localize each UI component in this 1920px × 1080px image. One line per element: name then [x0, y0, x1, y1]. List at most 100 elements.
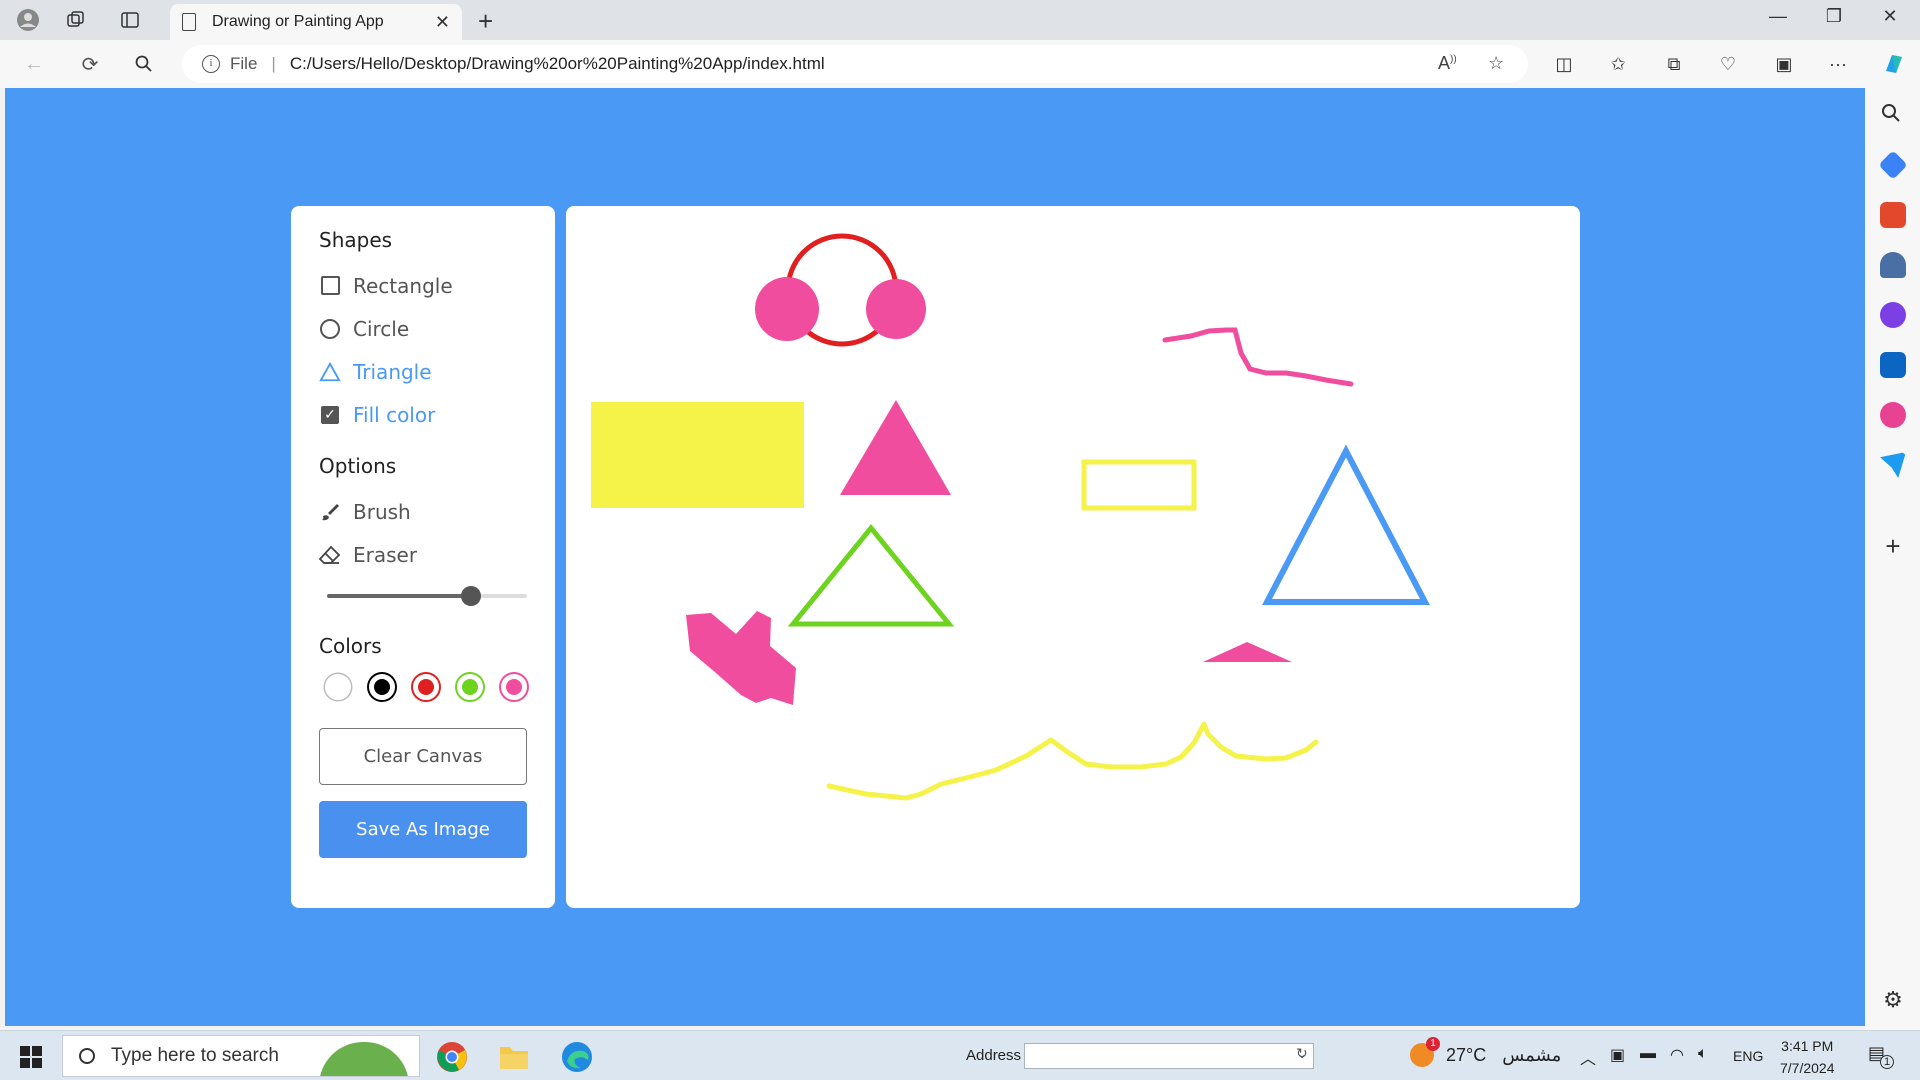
shape-option-rectangle[interactable]: Rectangle [319, 264, 527, 307]
page-viewport: Shapes Rectangle Circle Triangle ✓ Fill … [5, 88, 1865, 1026]
option-brush[interactable]: Brush [319, 490, 527, 533]
outlook-icon[interactable] [1880, 352, 1906, 378]
taskbar-search-box[interactable]: Type here to search [62, 1035, 420, 1077]
notification-center-icon[interactable]: ▤ 1 [1868, 1043, 1894, 1069]
close-tab-icon[interactable]: ✕ [435, 12, 450, 33]
workspaces-icon[interactable] [62, 6, 90, 34]
triangle-icon [319, 361, 341, 383]
color-swatch-white[interactable] [325, 674, 351, 700]
address-toolbar-input[interactable]: ⌄ [1024, 1043, 1314, 1069]
refresh-icon[interactable]: ⟳ [76, 50, 104, 78]
brush-icon [319, 501, 341, 523]
wifi-icon[interactable]: ◠ [1670, 1045, 1684, 1065]
checkbox-checked-icon: ✓ [319, 404, 341, 426]
url-bar[interactable]: i File | C:/Users/Hello/Desktop/Drawing%… [182, 45, 1528, 83]
taskbar-search-placeholder: Type here to search [111, 1045, 279, 1066]
fill-color-checkbox[interactable]: ✓ Fill color [319, 393, 527, 436]
microsoft-365-icon[interactable] [1880, 302, 1906, 328]
edge-icon[interactable] [557, 1037, 597, 1077]
address-toolbar-label: Address [966, 1047, 1022, 1064]
more-options-icon[interactable]: ··· [1824, 50, 1852, 78]
color-dot [462, 679, 478, 695]
shape-option-circle[interactable]: Circle [319, 307, 527, 350]
search-icon[interactable] [130, 50, 158, 78]
color-dot [418, 679, 434, 695]
color-dot [374, 679, 390, 695]
pink-circle-left [755, 277, 819, 341]
option-label: Rectangle [353, 273, 453, 298]
drawing-canvas[interactable] [566, 206, 1580, 908]
designer-icon[interactable] [1880, 402, 1906, 428]
windows-taskbar: Type here to search Address ⌄ ↻ 1 27°C م… [0, 1030, 1920, 1080]
options-title: Options [319, 454, 397, 478]
browser-tab-bar: Drawing or Painting App ✕ + — ❐ ✕ [0, 0, 1920, 40]
slider-thumb[interactable] [461, 586, 481, 606]
info-icon[interactable]: i [202, 55, 220, 73]
slider-fill [327, 594, 471, 598]
document-icon [182, 13, 196, 31]
file-explorer-icon[interactable] [494, 1037, 534, 1077]
color-swatch-black[interactable] [369, 674, 395, 700]
shopping-tag-icon[interactable] [1878, 150, 1908, 180]
option-label: Circle [353, 316, 410, 341]
share-icon[interactable]: ▣ [1770, 50, 1798, 78]
notification-count: 1 [1880, 1055, 1894, 1069]
back-icon[interactable]: ← [20, 50, 48, 78]
favorites-icon[interactable]: ✩ [1604, 50, 1632, 78]
windows-start-icon[interactable] [20, 1046, 42, 1068]
read-aloud-icon[interactable]: A)) [1438, 53, 1457, 74]
favorite-star-icon[interactable]: ☆ [1488, 53, 1504, 74]
send-icon[interactable] [1880, 452, 1906, 478]
sidebar-settings-icon[interactable]: ⚙ [1880, 988, 1906, 1014]
clock-date: 7/7/2024 [1780, 1060, 1835, 1076]
browser-sidebar: + ⚙ [1866, 88, 1920, 1030]
tab-active[interactable]: Drawing or Painting App ✕ [170, 4, 462, 40]
browser-essentials-icon[interactable]: ♡ [1714, 50, 1742, 78]
volume-icon[interactable]: 🔈︎ [1698, 1045, 1708, 1063]
battery-icon[interactable]: ▬ [1640, 1045, 1656, 1063]
sidebar-search-icon[interactable] [1880, 102, 1906, 128]
weather-sun-icon: 1 [1410, 1037, 1440, 1067]
taskbar-clock[interactable]: 3:41 PM 7/7/2024 [1780, 1035, 1835, 1079]
circle-icon [319, 318, 341, 340]
url-text[interactable]: C:/Users/Hello/Desktop/Drawing%20or%20Pa… [290, 54, 825, 74]
blue-triangle [1262, 444, 1430, 605]
minimize-button[interactable]: — [1758, 6, 1798, 27]
restore-button[interactable]: ❐ [1814, 6, 1854, 27]
weather-badge: 1 [1426, 1037, 1440, 1051]
chrome-icon[interactable] [432, 1037, 472, 1077]
color-dot [506, 679, 522, 695]
add-sidebar-icon[interactable]: + [1880, 533, 1906, 560]
close-window-button[interactable]: ✕ [1870, 6, 1910, 27]
search-icon [79, 1048, 95, 1064]
option-eraser[interactable]: Eraser [319, 533, 527, 576]
new-tab-button[interactable]: + [478, 6, 493, 37]
chevron-up-icon[interactable]: ︿ [1580, 1045, 1596, 1069]
eraser-icon [319, 544, 341, 566]
games-icon[interactable] [1880, 252, 1906, 278]
profile-icon[interactable] [14, 6, 42, 34]
pink-scribble [686, 611, 796, 705]
pink-circle-right [866, 279, 926, 339]
split-screen-icon[interactable]: ◫ [1550, 50, 1578, 78]
meet-now-icon[interactable]: ▣ [1610, 1045, 1625, 1065]
save-image-button[interactable]: Save As Image [319, 801, 527, 858]
option-label: Brush [353, 499, 411, 524]
language-indicator[interactable]: ENG [1733, 1048, 1763, 1064]
vertical-tabs-icon[interactable] [116, 6, 144, 34]
brush-size-slider[interactable] [319, 576, 527, 616]
color-swatch-green[interactable] [457, 674, 483, 700]
copilot-icon[interactable] [1880, 50, 1908, 78]
tools-icon[interactable] [1880, 202, 1906, 228]
address-go-icon[interactable]: ↻ [1296, 1045, 1308, 1062]
shape-option-triangle[interactable]: Triangle [319, 350, 527, 393]
tools-panel: Shapes Rectangle Circle Triangle ✓ Fill … [291, 206, 555, 908]
url-scheme: File [230, 54, 258, 73]
option-label: Triangle [353, 359, 432, 384]
color-swatch-red[interactable] [413, 674, 439, 700]
clear-canvas-button[interactable]: Clear Canvas [319, 728, 527, 785]
color-swatch-pink[interactable] [501, 674, 527, 700]
weather-widget[interactable]: 1 27°C مشمس [1410, 1037, 1561, 1067]
canvas-drawing [591, 233, 1430, 801]
collections-icon[interactable]: ⧉ [1660, 50, 1688, 78]
